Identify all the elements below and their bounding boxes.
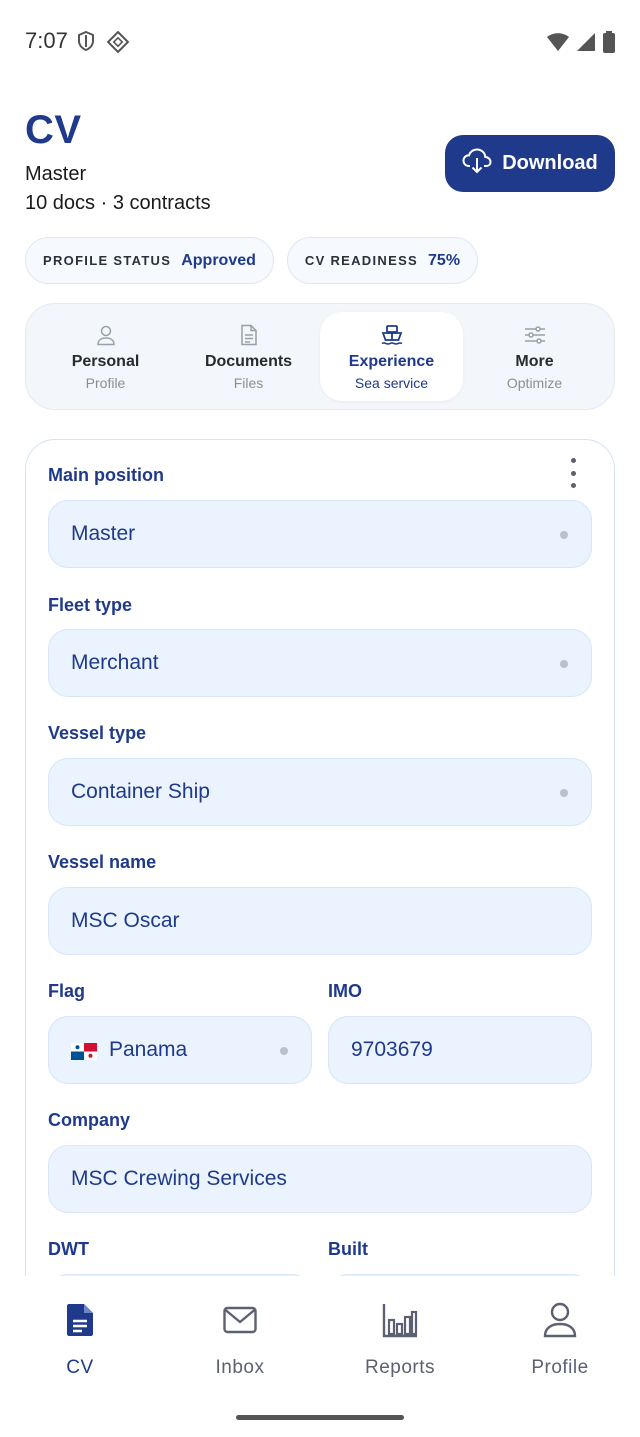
nav-item-reports[interactable]: Reports	[320, 1276, 480, 1396]
flag-select[interactable]: Panama	[48, 1016, 312, 1084]
person-icon	[543, 1300, 577, 1340]
cloud-download-icon	[462, 147, 492, 180]
signal-icon	[576, 32, 596, 57]
tab-personal[interactable]: Personal Profile	[34, 312, 177, 401]
fleet-type-select[interactable]: Merchant	[48, 629, 592, 697]
cv-readiness-chip: CV READINESS 75%	[286, 237, 479, 284]
dropdown-indicator-icon	[560, 531, 568, 539]
fleet-type-value: Merchant	[71, 651, 159, 674]
status-left-icons	[76, 30, 130, 59]
imo-label: IMO	[328, 981, 362, 1001]
header-meta: 10 docs · 3 contracts	[25, 192, 211, 214]
download-label: Download	[502, 152, 598, 174]
status-chips: PROFILE STATUS Approved CV READINESS 75%	[25, 237, 479, 284]
mail-icon	[223, 1300, 257, 1340]
chip-value: 75%	[428, 251, 461, 269]
main-position-select[interactable]: Master	[48, 500, 592, 568]
tab-more[interactable]: More Optimize	[463, 312, 606, 401]
more-options-icon[interactable]	[565, 458, 581, 488]
tab-documents[interactable]: Documents Files	[177, 312, 320, 401]
chip-label: CV READINESS	[304, 253, 419, 268]
shield-icon	[76, 30, 96, 59]
fleet-type-label: Fleet type	[48, 595, 133, 615]
status-right-icons	[546, 31, 616, 58]
tab-sublabel: Optimize	[506, 374, 563, 391]
vessel-name-label: Vessel name	[48, 852, 157, 872]
tab-label: More	[515, 352, 554, 370]
vessel-name-input[interactable]: MSC Oscar	[48, 887, 592, 955]
tab-sublabel: Profile	[85, 374, 126, 391]
dropdown-indicator-icon	[560, 660, 568, 668]
vessel-type-value: Container Ship	[71, 780, 210, 803]
ship-icon	[380, 323, 404, 347]
battery-icon	[602, 31, 616, 58]
bottom-navigation: CV Inbox Reports Profile	[0, 1276, 640, 1396]
nav-item-profile[interactable]: Profile	[480, 1276, 640, 1396]
nav-label: Profile	[531, 1357, 589, 1378]
main-position-label: Main position	[48, 465, 164, 485]
vessel-name-value: MSC Oscar	[71, 909, 180, 932]
nav-item-inbox[interactable]: Inbox	[160, 1276, 320, 1396]
imo-input[interactable]: 9703679	[328, 1016, 592, 1084]
tab-label: Experience	[348, 352, 435, 370]
chip-value: Approved	[181, 251, 256, 269]
cv-document-icon	[66, 1300, 94, 1340]
vessel-type-select[interactable]: Container Ship	[48, 758, 592, 826]
panama-flag-icon	[71, 1042, 97, 1060]
tab-sublabel: Files	[233, 374, 264, 391]
status-bar: 7:07	[0, 0, 640, 84]
tab-label: Personal	[71, 352, 140, 370]
app-notification-icon	[106, 30, 130, 59]
tab-experience[interactable]: Experience Sea service	[320, 312, 463, 401]
vessel-type-label: Vessel type	[48, 723, 147, 743]
dropdown-indicator-icon	[560, 789, 568, 797]
section-tabs: Personal Profile Documents Files Experie…	[25, 303, 615, 410]
nav-label: Reports	[364, 1357, 436, 1378]
wifi-icon	[546, 32, 570, 57]
profile-status-chip: PROFILE STATUS Approved	[25, 237, 274, 284]
status-time: 7:07	[25, 28, 68, 53]
nav-item-cv[interactable]: CV	[0, 1276, 160, 1396]
bar-chart-icon	[382, 1300, 418, 1340]
main-position-value: Master	[71, 522, 136, 545]
dropdown-indicator-icon	[280, 1047, 288, 1055]
download-button[interactable]: Download	[445, 135, 615, 192]
chip-label: PROFILE STATUS	[43, 253, 172, 268]
dwt-label: DWT	[48, 1239, 89, 1259]
nav-label: CV	[66, 1357, 94, 1378]
built-label: Built	[328, 1239, 368, 1259]
nav-label: Inbox	[215, 1357, 265, 1378]
tab-sublabel: Sea service	[354, 374, 429, 391]
flag-label: Flag	[48, 981, 86, 1001]
person-icon	[95, 323, 117, 347]
home-indicator[interactable]	[236, 1415, 404, 1420]
company-input[interactable]: MSC Crewing Services	[48, 1145, 592, 1213]
imo-value: 9703679	[351, 1038, 433, 1061]
company-value: MSC Crewing Services	[71, 1167, 287, 1190]
flag-value: Panama	[109, 1038, 188, 1061]
header: CV Master 10 docs · 3 contracts Download	[25, 108, 615, 228]
tab-label: Documents	[204, 352, 293, 370]
experience-form-card: Main position Master Fleet type Merchant…	[25, 439, 615, 1279]
company-label: Company	[48, 1110, 131, 1130]
document-icon	[239, 323, 259, 347]
sliders-icon	[524, 323, 546, 347]
